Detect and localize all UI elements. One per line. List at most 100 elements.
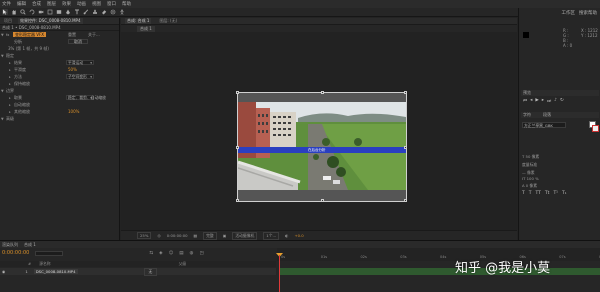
- prev-frame-icon[interactable]: ◂: [530, 98, 532, 105]
- reset-button[interactable]: 重置: [68, 32, 76, 38]
- next-frame-icon[interactable]: ▸: [542, 98, 544, 105]
- tab-composition[interactable]: 合成: 合成 1: [125, 18, 152, 24]
- camera-dropdown[interactable]: 活动摄像机: [232, 231, 258, 240]
- transform-handle-bottom[interactable]: [321, 199, 324, 202]
- eraser-tool-icon[interactable]: [101, 9, 107, 15]
- menu-item-0[interactable]: 文件: [2, 1, 11, 7]
- graph-editor-icon[interactable]: ◳: [199, 251, 203, 256]
- tab-comp-1[interactable]: 合成 1: [137, 25, 155, 32]
- menu-item-5[interactable]: 动画: [77, 1, 86, 7]
- timeline-search-input[interactable]: [35, 250, 64, 256]
- workspace-label[interactable]: 工作区: [562, 10, 576, 16]
- effect-param-dropdown[interactable]: 子空间变形: [66, 74, 94, 79]
- layer-duration-bar[interactable]: [280, 268, 600, 275]
- disclosure-triangle-icon[interactable]: ▸: [9, 96, 11, 100]
- effect-param-row[interactable]: ▸ 取景 稳定、裁剪、自动缩放: [0, 94, 119, 101]
- menu-item-4[interactable]: 效果: [62, 1, 71, 7]
- disclosure-triangle-icon[interactable]: ▸: [9, 82, 11, 86]
- brush-tool-icon[interactable]: [83, 9, 89, 15]
- menu-item-1[interactable]: 编辑: [17, 1, 26, 7]
- layer-source-name[interactable]: DSC_0008-0810.MP4: [33, 269, 78, 274]
- transform-handle-right[interactable]: [404, 146, 407, 149]
- effect-param-row[interactable]: ▸ 结果 平滑运动: [0, 59, 119, 66]
- time-ruler[interactable]: 0s01s02s03s04s05s06s07s08s: [277, 248, 600, 261]
- timeline-current-time[interactable]: 0:00:00:00: [2, 250, 29, 256]
- frame-blending-icon[interactable]: ▤: [179, 251, 183, 256]
- transform-handle-left[interactable]: [236, 146, 239, 149]
- text-tool-icon[interactable]: [74, 9, 80, 15]
- transform-handle-bottom-left[interactable]: [236, 199, 239, 202]
- timeline-layer-row[interactable]: ◉ 1 DSC_0008-0810.MP4 无: [0, 267, 276, 276]
- preview-panel-tab[interactable]: 预览: [521, 90, 599, 96]
- menu-item-7[interactable]: 窗口: [107, 1, 116, 7]
- disclosure-triangle-icon[interactable]: ▸: [9, 61, 11, 65]
- disclosure-triangle-icon[interactable]: ▸: [9, 110, 11, 114]
- tab-timeline-comp-1[interactable]: 合成 1: [24, 242, 36, 248]
- region-icon[interactable]: ▣: [223, 233, 227, 238]
- vertical-scale-field[interactable]: IT 100 %: [522, 176, 539, 182]
- menu-item-3[interactable]: 图层: [47, 1, 56, 7]
- mask-tool-icon[interactable]: [56, 9, 62, 15]
- grid-icon[interactable]: ▦: [194, 233, 198, 238]
- subscript-button[interactable]: T₁: [562, 191, 567, 196]
- mute-icon[interactable]: ♪: [554, 98, 557, 105]
- rotate-tool-icon[interactable]: [29, 9, 35, 15]
- draft-3d-icon[interactable]: ◈: [159, 251, 162, 256]
- play-icon[interactable]: ▶: [535, 98, 538, 105]
- layer-visibility-icon[interactable]: ◉: [2, 269, 5, 274]
- resolution-dropdown[interactable]: 完整: [203, 231, 217, 240]
- tab-paragraph[interactable]: 段落: [543, 112, 551, 118]
- effect-title-row[interactable]: ▼ fx 变形稳定器 VFX 重置 关于...: [0, 31, 119, 38]
- menu-item-6[interactable]: 视图: [92, 1, 101, 7]
- menu-item-8[interactable]: 帮助: [122, 1, 131, 7]
- tab-effect-controls[interactable]: 效果控件: DSC_0008-0810.MP4: [18, 18, 83, 24]
- cancel-button[interactable]: 取消: [68, 39, 88, 44]
- stroke-color-swatch[interactable]: [592, 125, 599, 132]
- effect-param-row[interactable]: ▸ 其他缩放 100%: [0, 108, 119, 115]
- transform-handle-top-right[interactable]: [404, 91, 407, 94]
- effect-param-dropdown[interactable]: 稳定、裁剪、自动缩放: [66, 95, 106, 100]
- chevron-down-icon[interactable]: ▼: [1, 33, 4, 37]
- motion-blur-icon[interactable]: ◍: [190, 251, 194, 256]
- effect-param-value[interactable]: 50%: [68, 67, 77, 72]
- comp-mini-flowchart-icon[interactable]: ⇆: [149, 251, 153, 256]
- fx-badge[interactable]: fx: [6, 33, 9, 37]
- zoom-tool-icon[interactable]: [20, 9, 26, 15]
- col-parent[interactable]: 父级: [179, 261, 187, 267]
- about-button[interactable]: 关于...: [88, 32, 100, 38]
- small-caps-button[interactable]: Tt: [545, 191, 550, 196]
- transform-handle-top-left[interactable]: [236, 91, 239, 94]
- all-caps-button[interactable]: TT: [536, 191, 541, 196]
- effect-param-row[interactable]: ▸ 方法 子空间变形: [0, 73, 119, 80]
- pen-tool-icon[interactable]: [65, 9, 71, 15]
- effect-param-row[interactable]: ▼ 高级: [0, 115, 119, 122]
- camera-tool-icon[interactable]: [38, 9, 44, 15]
- effect-param-row[interactable]: ▸ 自动缩放: [0, 101, 119, 108]
- kerning-field[interactable]: 度量标准: [522, 162, 537, 168]
- disclosure-triangle-icon[interactable]: ▼: [1, 54, 4, 58]
- disclosure-triangle-icon[interactable]: ▸: [9, 103, 11, 107]
- hand-tool-icon[interactable]: [11, 9, 17, 15]
- effect-param-row[interactable]: ▼ 边界: [0, 87, 119, 94]
- loop-icon[interactable]: ↻: [560, 98, 564, 105]
- effect-param-row[interactable]: ▸ 保持缩放: [0, 80, 119, 87]
- disclosure-triangle-icon[interactable]: ▸: [9, 75, 11, 79]
- font-family-dropdown[interactable]: 方正兰亭黑_GBK: [522, 122, 566, 128]
- baseline-shift-field[interactable]: A 0 像素: [522, 183, 537, 189]
- transform-handle-top[interactable]: [321, 91, 324, 94]
- views-dropdown[interactable]: 1个...: [263, 231, 280, 240]
- comp-viewer[interactable]: 在后台分析: [121, 32, 517, 240]
- first-frame-icon[interactable]: ⏮: [523, 98, 527, 105]
- zoom-dropdown[interactable]: 25%: [137, 232, 152, 239]
- effect-param-row[interactable]: ▼ 稳定: [0, 52, 119, 59]
- search-help-label[interactable]: 搜索帮助: [579, 10, 597, 16]
- clone-stamp-tool-icon[interactable]: [92, 9, 98, 15]
- transform-handle-bottom-right[interactable]: [404, 199, 407, 202]
- faux-bold-button[interactable]: T: [522, 191, 525, 196]
- exposure-value[interactable]: +0.0: [294, 233, 303, 238]
- tab-character[interactable]: 字符: [523, 112, 531, 118]
- disclosure-triangle-icon[interactable]: ▼: [1, 89, 4, 93]
- roto-brush-tool-icon[interactable]: [110, 9, 116, 15]
- analyze-button[interactable]: 分析: [14, 39, 22, 45]
- camera-snapshot-icon[interactable]: ◎: [157, 233, 160, 238]
